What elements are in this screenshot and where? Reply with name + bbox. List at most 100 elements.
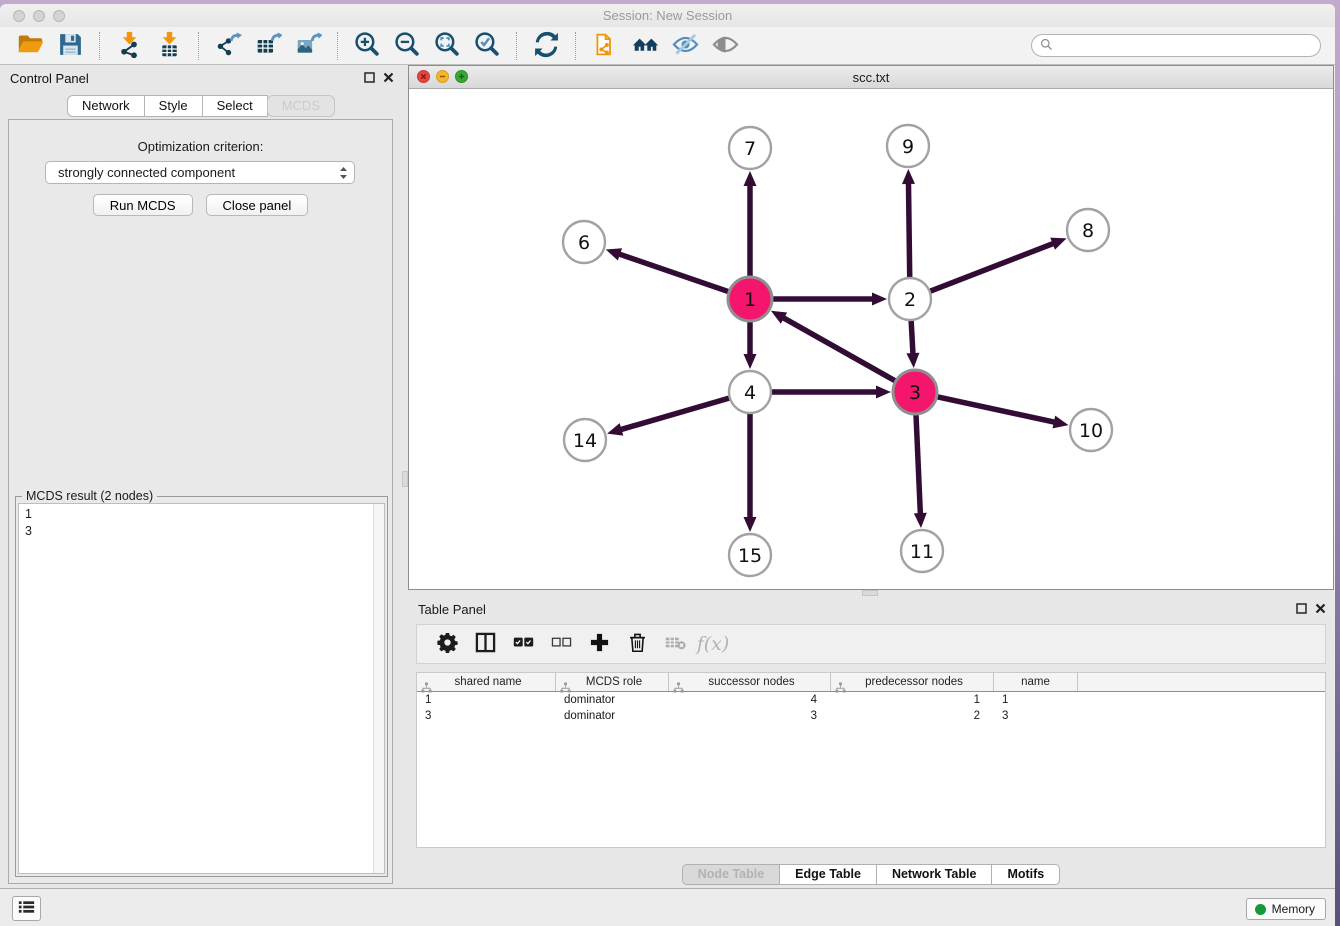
column-header-mcds-role[interactable]: MCDS role	[556, 673, 669, 691]
search-input[interactable]	[1058, 39, 1312, 53]
export-table-button[interactable]	[248, 30, 288, 62]
memory-button[interactable]: Memory	[1246, 898, 1326, 920]
table-cell[interactable]: 4	[669, 692, 831, 708]
node-10[interactable]: 10	[1070, 409, 1112, 451]
edge-4-14[interactable]	[607, 398, 731, 436]
network-canvas[interactable]: 1 2 3 4 6 7 8 9 10 11 14 15	[409, 90, 1333, 589]
export-image-button[interactable]	[288, 30, 328, 62]
task-history-button[interactable]	[12, 896, 41, 921]
column-header-successor-nodes[interactable]: successor nodes	[669, 673, 831, 691]
tab-select[interactable]: Select	[203, 95, 268, 117]
node-9[interactable]: 9	[887, 125, 929, 167]
import-table-button[interactable]	[149, 30, 189, 62]
table-cell[interactable]: dominator	[556, 692, 669, 708]
zoom-selected-button[interactable]	[467, 30, 507, 62]
edge-2-8[interactable]	[929, 238, 1067, 292]
float-table-panel-icon[interactable]	[1296, 602, 1307, 617]
node-11[interactable]: 11	[901, 530, 943, 572]
close-table-panel-icon[interactable]	[1315, 602, 1326, 617]
table-cell[interactable]: 1	[417, 692, 556, 708]
search-icon	[1040, 38, 1058, 54]
float-panel-icon[interactable]	[364, 71, 375, 86]
node-7[interactable]: 7	[729, 127, 771, 169]
table-cell[interactable]: dominator	[556, 708, 669, 724]
mcds-result-line: 1	[25, 506, 378, 523]
tab-network-table[interactable]: Network Table	[877, 864, 993, 885]
table-cell[interactable]: 3	[994, 708, 1078, 724]
edge-3-1[interactable]	[771, 311, 897, 382]
column-header-name[interactable]: name	[994, 673, 1078, 691]
new-network-from-selection-button[interactable]	[585, 30, 625, 62]
node-14[interactable]: 14	[564, 419, 606, 461]
edge-3-10[interactable]	[936, 396, 1069, 428]
mcds-result-line: 3	[25, 523, 378, 540]
node-4[interactable]: 4	[729, 371, 771, 413]
column-label: shared name	[454, 676, 521, 688]
edge-4-15[interactable]	[744, 412, 757, 532]
toolbar-separator	[337, 32, 338, 60]
control-panel: Control Panel NetworkStyleSelectMCDS Opt…	[0, 65, 402, 888]
column-header-predecessor-nodes[interactable]: predecessor nodes	[831, 673, 994, 691]
node-1[interactable]: 1	[728, 277, 772, 321]
criterion-value: strongly connected component	[58, 165, 339, 180]
node-3[interactable]: 3	[893, 370, 937, 414]
zoom-fit-button[interactable]	[427, 30, 467, 62]
edge-1-2[interactable]	[771, 293, 887, 306]
first-neighbors-button[interactable]	[625, 30, 665, 62]
function-builder-button: f(x)	[697, 629, 729, 659]
svg-text:10: 10	[1079, 420, 1103, 442]
table-cell[interactable]: 3	[669, 708, 831, 724]
table-row[interactable]: 3dominator323	[417, 708, 1325, 724]
close-panel-icon[interactable]	[383, 71, 394, 86]
zoom-selected-icon	[474, 31, 501, 61]
save-session-button[interactable]	[50, 30, 90, 62]
edge-2-3[interactable]	[906, 319, 919, 368]
table-cell[interactable]: 2	[831, 708, 994, 724]
edge-4-3[interactable]	[770, 386, 891, 399]
delete-columns-button[interactable]	[621, 629, 653, 659]
edge-2-9[interactable]	[902, 169, 915, 279]
select-all-columns-button[interactable]	[507, 629, 539, 659]
export-network-button[interactable]	[208, 30, 248, 62]
search-box[interactable]	[1031, 34, 1321, 57]
column-header-shared-name[interactable]: shared name	[417, 673, 556, 691]
select-all-columns-icon	[513, 632, 534, 656]
tab-motifs[interactable]: Motifs	[992, 864, 1060, 885]
node-2[interactable]: 2	[889, 278, 931, 320]
tab-edge-table[interactable]: Edge Table	[780, 864, 877, 885]
edge-1-4[interactable]	[744, 320, 757, 369]
node-8[interactable]: 8	[1067, 209, 1109, 251]
refresh-layout-button[interactable]	[526, 30, 566, 62]
unselect-all-columns-button[interactable]	[545, 629, 577, 659]
zoom-in-button[interactable]	[347, 30, 387, 62]
tab-style[interactable]: Style	[145, 95, 203, 117]
tab-mcds[interactable]: MCDS	[267, 95, 335, 117]
node-6[interactable]: 6	[563, 221, 605, 263]
node-15[interactable]: 15	[729, 534, 771, 576]
svg-text:15: 15	[738, 545, 762, 567]
table-cell[interactable]: 1	[994, 692, 1078, 708]
close-panel-button[interactable]: Close panel	[206, 194, 309, 216]
tab-network[interactable]: Network	[67, 95, 145, 117]
criterion-select[interactable]: strongly connected component	[45, 161, 355, 184]
edge-3-11[interactable]	[914, 413, 927, 528]
zoom-out-button[interactable]	[387, 30, 427, 62]
import-network-button[interactable]	[109, 30, 149, 62]
table-row[interactable]: 1dominator411	[417, 692, 1325, 708]
network-window-title: scc.txt	[409, 70, 1333, 85]
edge-1-7[interactable]	[744, 171, 757, 278]
table-cell[interactable]: 3	[417, 708, 556, 724]
create-column-button[interactable]	[583, 629, 615, 659]
result-scrollbar[interactable]	[373, 504, 384, 873]
hide-selected-button[interactable]	[665, 30, 705, 62]
open-session-button[interactable]	[10, 30, 50, 62]
tab-node-table[interactable]: Node Table	[682, 864, 780, 885]
show-columns-button[interactable]	[469, 629, 501, 659]
table-cell[interactable]: 1	[831, 692, 994, 708]
run-mcds-button[interactable]: Run MCDS	[93, 194, 193, 216]
toolbar-separator	[516, 32, 517, 60]
edge-1-6[interactable]	[606, 248, 730, 292]
show-all-button[interactable]	[705, 30, 745, 62]
table-mode-button[interactable]	[431, 629, 463, 659]
mcds-result-text[interactable]: 13	[18, 503, 385, 874]
